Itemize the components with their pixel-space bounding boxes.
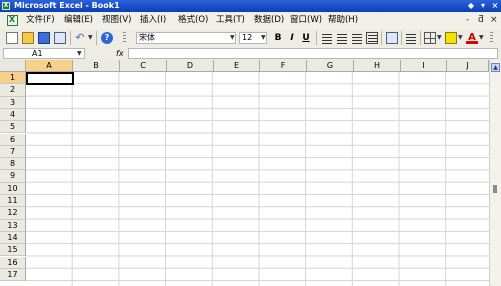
column-header-c[interactable]: C [120, 60, 167, 72]
vertical-scrollbar[interactable]: ▲ [489, 60, 501, 286]
restore-icon[interactable]: ◆ [466, 1, 476, 11]
menu-bar: 文件(F) 编辑(E) 视图(V) 插入(I) 格式(O) 工具(T) 数据(D… [0, 12, 501, 30]
excel-app-icon: X [2, 2, 10, 10]
menu-help[interactable]: 帮助(H) [328, 15, 358, 26]
row-header-9[interactable]: 9 [0, 170, 26, 183]
menu-tools[interactable]: 工具(T) [216, 15, 245, 26]
doc-minimize-icon[interactable]: - [466, 15, 469, 26]
formula-input[interactable] [128, 48, 498, 59]
font-name-dropdown-icon[interactable]: ▼ [230, 34, 235, 42]
toolbar-separator [316, 31, 317, 45]
formula-bar: A1 ▼ fx [0, 47, 501, 60]
row-header-8[interactable]: 8 [0, 158, 26, 171]
scrollbar-split-handle[interactable] [493, 185, 497, 193]
align-right-icon[interactable] [351, 32, 363, 44]
row-header-5[interactable]: 5 [0, 121, 26, 134]
window-title: Microsoft Excel - Book1 [14, 1, 120, 10]
row-header-2[interactable]: 2 [0, 84, 26, 97]
font-color-icon[interactable]: A [466, 32, 478, 44]
menu-insert[interactable]: 插入(I) [140, 15, 166, 26]
print-preview-icon[interactable] [54, 32, 66, 44]
fill-color-dropdown-icon[interactable]: ▼ [458, 34, 463, 42]
insert-function-icon[interactable]: fx [116, 48, 124, 59]
name-box[interactable]: A1 [3, 48, 85, 59]
currency-style-icon[interactable] [386, 32, 398, 44]
row-header-13[interactable]: 13 [0, 219, 26, 232]
row-header-4[interactable]: 4 [0, 108, 26, 122]
borders-dropdown-icon[interactable]: ▼ [437, 34, 442, 42]
merge-center-icon[interactable] [366, 32, 378, 44]
menu-edit[interactable]: 编辑(E) [64, 15, 93, 26]
align-center-icon[interactable] [336, 32, 348, 44]
column-header-f[interactable]: F [260, 60, 307, 72]
menu-view[interactable]: 视图(V) [102, 15, 131, 26]
worksheet-grid: A B C D E F G H I J 1 2 3 4 5 6 7 8 9 10… [0, 60, 489, 286]
underline-button[interactable]: U [300, 32, 312, 44]
font-color-dropdown-icon[interactable]: ▼ [479, 34, 484, 42]
menu-format[interactable]: 格式(O) [178, 15, 208, 26]
row-header-3[interactable]: 3 [0, 96, 26, 109]
menu-window[interactable]: 窗口(W) [290, 15, 322, 26]
row-header-7[interactable]: 7 [0, 145, 26, 159]
close-icon[interactable]: × [490, 1, 500, 11]
doc-restore-icon[interactable]: ƌ [478, 15, 484, 26]
font-size-dropdown-icon[interactable]: ▼ [261, 34, 266, 42]
row-header-11[interactable]: 11 [0, 195, 26, 208]
row-header-6[interactable]: 6 [0, 133, 26, 146]
row-header-17[interactable]: 17 [0, 268, 26, 282]
toolbar-separator [96, 31, 97, 45]
bold-button[interactable]: B [272, 32, 284, 44]
menu-file[interactable]: 文件(F) [26, 15, 55, 26]
toolbar-separator [381, 31, 382, 45]
fill-color-icon[interactable] [445, 32, 457, 44]
help-icon[interactable]: ? [101, 32, 113, 44]
toolbar-separator [70, 31, 71, 45]
active-cell-a1[interactable] [26, 72, 74, 85]
toolbar-separator [420, 31, 421, 45]
open-folder-icon[interactable] [22, 32, 34, 44]
undo-dropdown-icon[interactable]: ▼ [88, 34, 93, 42]
toolbar-options-icon[interactable] [490, 32, 493, 44]
row-header-14[interactable]: 14 [0, 231, 26, 245]
doc-close-icon[interactable]: × [490, 15, 498, 26]
align-left-icon[interactable] [321, 32, 333, 44]
toolbar-grip-handle[interactable] [123, 32, 126, 44]
select-all-corner[interactable] [0, 60, 26, 72]
column-header-a[interactable]: A [26, 60, 73, 72]
column-header-i[interactable]: I [401, 60, 447, 72]
menu-data[interactable]: 数据(D) [254, 15, 284, 26]
row-header-10[interactable]: 10 [0, 182, 26, 195]
column-header-j[interactable]: J [447, 60, 489, 72]
column-header-h[interactable]: H [354, 60, 401, 72]
row-header-12[interactable]: 12 [0, 207, 26, 220]
borders-icon[interactable] [424, 32, 436, 44]
scroll-up-icon[interactable]: ▲ [491, 63, 500, 72]
column-header-d[interactable]: D [167, 60, 214, 72]
title-bar[interactable]: X Microsoft Excel - Book1 ◆ ▾ × [0, 0, 501, 12]
row-header-1[interactable]: 1 [0, 72, 26, 85]
undo-icon[interactable]: ↶ [74, 32, 86, 44]
decrease-indent-icon[interactable] [405, 32, 417, 44]
minimize-icon[interactable]: ▾ [478, 1, 488, 11]
row-header-15[interactable]: 15 [0, 244, 26, 257]
name-box-dropdown-icon[interactable]: ▼ [77, 50, 82, 58]
new-file-icon[interactable] [6, 32, 18, 44]
column-header-e[interactable]: E [214, 60, 260, 72]
save-icon[interactable] [38, 32, 50, 44]
font-name-select[interactable]: 宋体 [136, 32, 236, 44]
cell-area[interactable] [26, 72, 489, 286]
italic-button[interactable]: I [286, 32, 298, 44]
row-header-16[interactable]: 16 [0, 256, 26, 269]
column-header-b[interactable]: B [73, 60, 120, 72]
workbook-icon[interactable] [7, 15, 18, 26]
column-header-g[interactable]: G [307, 60, 354, 72]
excel-window: X Microsoft Excel - Book1 ◆ ▾ × 文件(F) 编辑… [0, 0, 501, 286]
toolbar-separator [401, 31, 402, 45]
toolbar: ↶ ▼ ? 宋体 ▼ 12 ▼ B I U ▼ ▼ A ▼ [0, 29, 501, 48]
